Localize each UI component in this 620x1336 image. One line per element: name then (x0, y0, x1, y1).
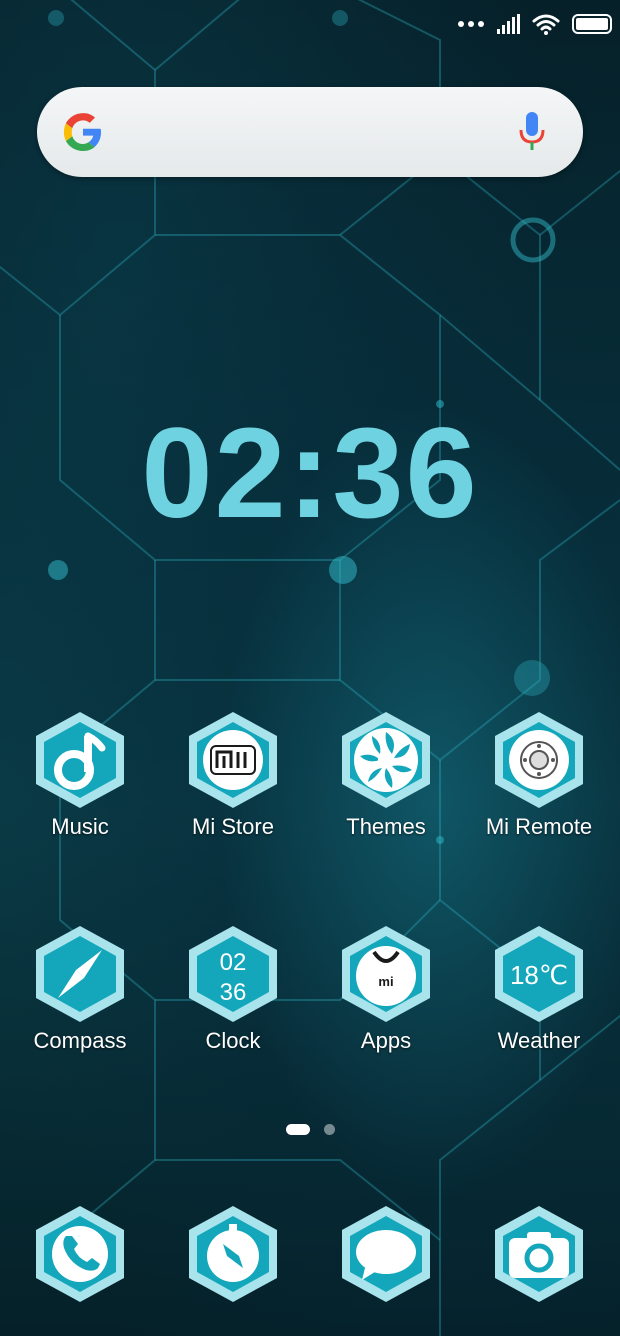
app-mi-store[interactable]: Mi Store (158, 710, 308, 840)
app-themes[interactable]: Themes (311, 710, 461, 840)
digital-clock-icon: 02 36 (189, 926, 277, 1022)
phone-icon (36, 1206, 124, 1302)
page-dot[interactable] (323, 1124, 335, 1135)
app-music[interactable]: Music (5, 710, 155, 840)
browser-compass-icon (189, 1206, 277, 1302)
app-label: Weather (497, 1028, 581, 1053)
page-dot-active (285, 1124, 310, 1135)
app-label: Clock (205, 1028, 261, 1053)
camera-icon (495, 1206, 583, 1302)
mic-icon[interactable] (517, 110, 547, 154)
app-apps[interactable]: mi Apps (311, 924, 461, 1054)
app-label: Mi Remote (485, 814, 593, 839)
wallpaper (0, 0, 620, 1336)
mi-logo-icon (189, 712, 277, 808)
status-bar (458, 8, 612, 40)
aperture-icon (342, 712, 430, 808)
app-label: Themes (346, 814, 426, 839)
clock-widget-time[interactable]: 02:36 (0, 400, 620, 547)
weather-icon: 18℃ (495, 926, 583, 1022)
dock-browser[interactable] (183, 1204, 283, 1304)
compass-icon (36, 926, 124, 1022)
remote-icon (495, 712, 583, 808)
clock-icon-minutes: 36 (220, 979, 247, 1006)
clock-icon-hours: 02 (220, 949, 247, 976)
app-weather[interactable]: 18℃ Weather (464, 924, 614, 1054)
mi-shirt-icon: mi (342, 926, 430, 1022)
app-label: Apps (360, 1028, 412, 1053)
dock-phone[interactable] (30, 1204, 130, 1304)
music-note-icon (36, 712, 124, 808)
message-icon (342, 1206, 430, 1302)
page-indicator (0, 1124, 620, 1135)
app-mi-remote[interactable]: Mi Remote (464, 710, 614, 840)
more-dots-icon (458, 21, 484, 27)
dock-messages[interactable] (336, 1204, 436, 1304)
dock-camera[interactable] (489, 1204, 589, 1304)
app-label: Music (51, 814, 109, 839)
app-compass[interactable]: Compass (5, 924, 155, 1054)
weather-icon-temp: 18℃ (510, 960, 568, 990)
signal-icon (497, 14, 520, 34)
app-label: Mi Store (192, 814, 274, 839)
app-clock[interactable]: 02 36 Clock (158, 924, 308, 1054)
app-label: Compass (33, 1028, 127, 1053)
google-search-bar[interactable] (37, 87, 583, 177)
wifi-icon (532, 14, 560, 35)
battery-icon (572, 14, 612, 34)
apps-icon-text: mi (378, 974, 393, 989)
google-logo-icon (63, 113, 101, 151)
